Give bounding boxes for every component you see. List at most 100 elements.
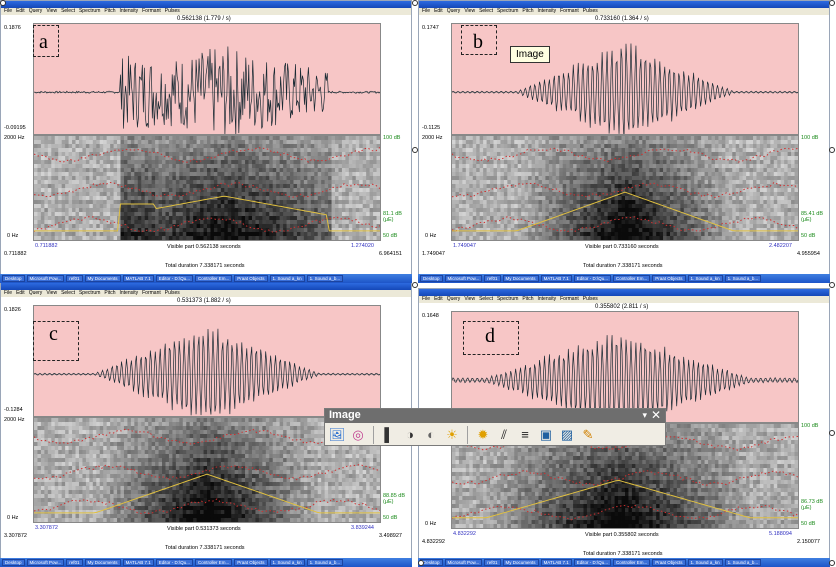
contrast-less-icon[interactable]: ◑ [401, 426, 419, 444]
menu-item-pulses[interactable]: Pulses [165, 8, 180, 15]
taskbar-button[interactable]: Praat Objects [234, 275, 268, 282]
taskbar-button[interactable]: Controller Em... [195, 275, 233, 282]
menu-item-file[interactable]: File [422, 296, 430, 303]
menu-item-view[interactable]: View [46, 8, 57, 15]
image-toolbar[interactable]: Image ▾ ✕ 🖼 ◎ ▌ ◑ ◐ ☀ ✹ ⫽ ≡ ▣ ▨ ✎ [324, 408, 666, 446]
windows-taskbar[interactable]: Desktop Microsoft Pow... ref01 My Documents… [0, 274, 412, 283]
menu-item-pulses[interactable]: Pulses [165, 290, 180, 297]
menu-item-file[interactable]: File [4, 290, 12, 297]
menu-item-file[interactable]: File [422, 8, 430, 15]
format-picture-icon[interactable]: ▣ [537, 426, 555, 444]
taskbar-button[interactable]: Editor - D:\Qu... [155, 559, 194, 566]
menu-item-edit[interactable]: Edit [434, 8, 443, 15]
taskbar-button[interactable]: 1. Sound a_b... [724, 559, 762, 566]
selection-handle[interactable] [412, 0, 418, 6]
menu-item-formant[interactable]: Formant [142, 8, 161, 15]
selection-handle[interactable] [829, 282, 835, 288]
waveform-plot[interactable] [33, 305, 381, 417]
selection-handle[interactable] [829, 430, 835, 436]
menu-item-spectrum[interactable]: Spectrum [79, 8, 100, 15]
taskbar-button[interactable]: Praat Objects [652, 559, 686, 566]
menu-item-query[interactable]: Query [447, 8, 461, 15]
taskbar-button[interactable]: 1. Sound a_kn [687, 559, 723, 566]
window-titlebar[interactable] [419, 1, 829, 8]
color-icon[interactable]: ◎ [349, 426, 367, 444]
menu-item-view[interactable]: View [464, 296, 475, 303]
menu-item-select[interactable]: Select [61, 8, 75, 15]
selection-handle[interactable] [829, 0, 835, 6]
menu-item-pitch[interactable]: Pitch [104, 8, 115, 15]
menu-item-query[interactable]: Query [447, 296, 461, 303]
menu-item-formant[interactable]: Formant [142, 290, 161, 297]
menu-item-intensity[interactable]: Intensity [538, 8, 557, 15]
menu-item-select[interactable]: Select [479, 8, 493, 15]
taskbar-button[interactable]: Microsoft Pow... [444, 559, 483, 566]
taskbar-button[interactable]: Controller Em... [613, 559, 651, 566]
brightness-less-icon[interactable]: ☀ [443, 426, 461, 444]
taskbar-button[interactable]: Microsoft Pow... [444, 275, 483, 282]
taskbar-button[interactable]: ref01 [484, 559, 501, 566]
windows-taskbar[interactable]: Desktop Microsoft Pow... ref01 My Documents… [418, 274, 830, 283]
line-style-icon[interactable]: ⫽ [495, 426, 513, 444]
taskbar-button[interactable]: MATLAB 7.1 [540, 275, 572, 282]
taskbar-button[interactable]: Editor - D:\Qu... [573, 275, 612, 282]
taskbar-button[interactable]: 1. Sound a_b... [306, 559, 344, 566]
menu-item-view[interactable]: View [464, 8, 475, 15]
menu-item-query[interactable]: Query [29, 290, 43, 297]
window-titlebar[interactable] [419, 289, 829, 296]
window-titlebar[interactable] [1, 1, 411, 8]
taskbar-button[interactable]: Desktop [420, 275, 443, 282]
selection-handle[interactable] [412, 282, 418, 288]
taskbar-button[interactable]: 1. Sound a_kn [269, 559, 305, 566]
contrast-more-icon[interactable]: ▌ [380, 426, 398, 444]
selection-handle[interactable] [418, 560, 424, 566]
waveform-plot[interactable] [33, 23, 381, 135]
taskbar-button[interactable]: My Documents [502, 275, 539, 282]
crop-icon[interactable]: ✹ [474, 426, 492, 444]
menu-item-spectrum[interactable]: Spectrum [79, 290, 100, 297]
toolbar-options-icon[interactable]: ▾ [642, 410, 647, 421]
taskbar-button[interactable]: 1. Sound a_kn [269, 275, 305, 282]
menu-item-formant[interactable]: Formant [560, 8, 579, 15]
waveform-plot[interactable] [451, 23, 799, 135]
taskbar-button[interactable]: My Documents [84, 275, 121, 282]
menu-item-view[interactable]: View [46, 290, 57, 297]
selection-handle[interactable] [829, 560, 835, 566]
menu-item-formant[interactable]: Formant [560, 296, 579, 303]
window-titlebar[interactable] [1, 283, 411, 290]
taskbar-button[interactable]: My Documents [84, 559, 121, 566]
taskbar-button[interactable]: 1. Sound a_b... [306, 275, 344, 282]
menu-item-select[interactable]: Select [479, 296, 493, 303]
taskbar-button[interactable]: 1. Sound a_kn [687, 275, 723, 282]
taskbar-button[interactable]: Controller Em... [613, 275, 651, 282]
compress-icon[interactable]: ≡ [516, 426, 534, 444]
taskbar-button[interactable]: My Documents [502, 559, 539, 566]
menu-item-edit[interactable]: Edit [16, 290, 25, 297]
spectrogram-plot[interactable] [33, 135, 381, 241]
menu-item-pitch[interactable]: Pitch [522, 8, 533, 15]
praat-sound-window-b[interactable]: File Edit Query View Select Spectrum Pitch Inte… [418, 0, 830, 283]
taskbar-button[interactable]: MATLAB 7.1 [122, 559, 154, 566]
set-transparent-color-icon[interactable]: ▨ [558, 426, 576, 444]
menu-item-query[interactable]: Query [29, 8, 43, 15]
selection-handle[interactable] [0, 0, 6, 6]
taskbar-button[interactable]: Praat Objects [652, 275, 686, 282]
taskbar-button[interactable]: Editor - D:\Qu... [155, 275, 194, 282]
taskbar-button[interactable]: Editor - D:\Qu... [573, 559, 612, 566]
insert-picture-icon[interactable]: 🖼 [328, 426, 346, 444]
taskbar-button[interactable]: Desktop [2, 559, 25, 566]
menu-item-intensity[interactable]: Intensity [538, 296, 557, 303]
menu-item-intensity[interactable]: Intensity [120, 8, 139, 15]
menu-item-intensity[interactable]: Intensity [120, 290, 139, 297]
praat-sound-window-a[interactable]: File Edit Query View Select Spectrum Pitch Inte… [0, 0, 412, 283]
taskbar-button[interactable]: 1. Sound a_b... [724, 275, 762, 282]
menu-item-edit[interactable]: Edit [434, 296, 443, 303]
menu-item-file[interactable]: File [4, 8, 12, 15]
taskbar-button[interactable]: ref01 [66, 559, 83, 566]
taskbar-button[interactable]: ref01 [66, 275, 83, 282]
menu-item-pulses[interactable]: Pulses [583, 296, 598, 303]
taskbar-button[interactable]: Desktop [2, 275, 25, 282]
taskbar-button[interactable]: Microsoft Pow... [26, 559, 65, 566]
taskbar-button[interactable]: Controller Em... [195, 559, 233, 566]
brightness-more-icon[interactable]: ◐ [422, 426, 440, 444]
